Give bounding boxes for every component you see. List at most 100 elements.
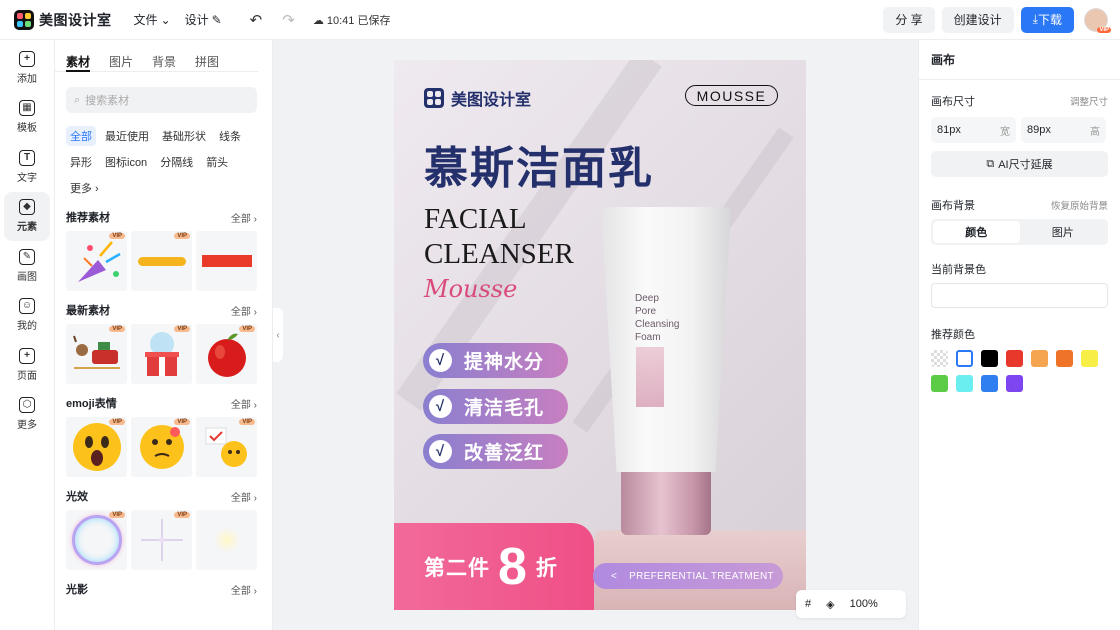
file-menu[interactable]: 文件 ⌄ <box>134 11 171 28</box>
rail-item-text[interactable]: T 文字 <box>0 142 54 192</box>
canvas-size-label: 画布尺寸 <box>931 96 975 108</box>
product-tube[interactable]: Deep Pore Cleansing Foam <box>601 207 731 537</box>
section-all-link[interactable]: 全部 › <box>231 582 257 597</box>
reset-bg-link[interactable]: 恢复原始背景 <box>1051 198 1108 212</box>
zoom-toolbar: # ◈ 100% <box>796 590 906 618</box>
section-title: 最新素材 <box>66 305 110 317</box>
asset-thumb-gift[interactable]: VIP <box>131 324 192 384</box>
arrow-left-icon: < <box>611 570 618 582</box>
poster-brand[interactable]: 美图设计室 <box>424 86 531 110</box>
grid-icon[interactable]: # <box>805 598 811 610</box>
discount-band[interactable]: 第二件 8 折 <box>394 523 594 610</box>
asset-thumb-chick-emoji[interactable]: VIP <box>196 417 257 477</box>
rail-item-page[interactable]: + 页面 <box>0 340 54 390</box>
app-logo[interactable]: 美图设计室 <box>14 9 112 30</box>
poster-canvas[interactable]: 美图设计室 MOUSSE 慕斯洁面乳 FACIAL CLEANSER Mouss… <box>394 60 806 610</box>
layers-icon[interactable]: ◈ <box>826 598 834 611</box>
more-icon: ⬡ <box>19 397 35 414</box>
category-chip[interactable]: 基础形状 <box>158 126 210 146</box>
rail-item-more[interactable]: ⬡ 更多 <box>0 390 54 440</box>
rail-item-template[interactable]: ▦ 模板 <box>0 93 54 143</box>
collapse-panel-handle[interactable]: ‹ <box>273 308 283 362</box>
color-swatch[interactable] <box>1031 350 1048 367</box>
rail-item-plus[interactable]: + 添加 <box>0 43 54 93</box>
rail-item-element[interactable]: ◆ 元素 <box>4 191 50 241</box>
color-swatch[interactable] <box>1056 350 1073 367</box>
tab-1[interactable]: 图片 <box>109 53 133 71</box>
color-swatch[interactable] <box>956 350 973 367</box>
color-swatch[interactable] <box>931 375 948 392</box>
english-line-2: CLEANSER <box>424 238 574 270</box>
tab-image[interactable]: 图片 <box>1020 221 1107 243</box>
color-swatch[interactable] <box>1006 375 1023 392</box>
current-color-field[interactable] <box>931 283 1108 308</box>
download-button[interactable]: ⤓ 下载 <box>1020 6 1074 33</box>
category-chip[interactable]: 线条 <box>215 126 245 146</box>
asset-thumb-brush-stroke[interactable]: VIP <box>131 231 192 291</box>
color-swatch[interactable] <box>981 375 998 392</box>
asset-thumb-confetti[interactable]: VIP <box>66 231 127 291</box>
resize-link[interactable]: 调整尺寸 <box>1070 94 1108 108</box>
ai-extend-button[interactable]: ⧉ AI尺寸延展 <box>931 151 1108 177</box>
height-field[interactable]: 89px 高 <box>1021 117 1106 143</box>
feature-pill[interactable]: √ 改善泛红 <box>423 434 568 469</box>
mousse-badge[interactable]: MOUSSE <box>685 85 778 106</box>
create-design-button[interactable]: 创建设计 <box>941 6 1014 33</box>
tab-2[interactable]: 背景 <box>152 53 176 71</box>
rail-item-draw[interactable]: ✎ 画图 <box>0 241 54 291</box>
category-chip[interactable]: 全部 <box>66 126 96 146</box>
color-swatch[interactable] <box>931 350 948 367</box>
category-chip[interactable]: 最近使用 <box>101 126 153 146</box>
section-recommended: 推荐素材 全部 › VIP VIP <box>55 203 272 291</box>
poster-english-title[interactable]: FACIAL CLEANSER <box>424 202 574 272</box>
download-label: 下载 <box>1037 13 1062 27</box>
asset-thumb-glow[interactable] <box>196 510 257 570</box>
avatar[interactable]: VIP <box>1084 7 1111 33</box>
section-all-link[interactable]: 全部 › <box>231 489 257 504</box>
redo-icon[interactable]: ↷ <box>282 11 295 29</box>
confetti-icon <box>77 241 121 282</box>
feature-pill[interactable]: √ 提神水分 <box>423 343 568 378</box>
tab-0[interactable]: 素材 <box>66 53 91 72</box>
bg-type-toggle: 颜色 图片 <box>931 219 1108 245</box>
undo-icon[interactable]: ↶ <box>250 11 263 29</box>
asset-thumb-shocked-emoji[interactable]: VIP <box>66 417 127 477</box>
asset-thumb-sleigh[interactable]: VIP <box>66 324 127 384</box>
vip-badge: VIP <box>1097 26 1111 33</box>
text-icon: T <box>19 149 35 166</box>
tab-color[interactable]: 颜色 <box>933 221 1020 243</box>
vip-badge: VIP <box>174 512 190 518</box>
search-input[interactable]: ⌕ 搜索素材 <box>66 87 257 113</box>
color-swatch[interactable] <box>956 375 973 392</box>
asset-thumb-red-bar[interactable] <box>196 231 257 291</box>
poster-title[interactable]: 慕斯洁面乳 <box>424 132 654 196</box>
check-icon: √ <box>429 440 452 463</box>
tab-3[interactable]: 拼图 <box>195 53 219 71</box>
section-all-link[interactable]: 全部 › <box>231 396 257 411</box>
element-icon: ◆ <box>19 199 35 216</box>
asset-thumb-thinking-emoji[interactable]: VIP <box>131 417 192 477</box>
asset-thumb-bubble[interactable]: VIP <box>66 510 127 570</box>
asset-thumb-apple[interactable]: VIP <box>196 324 257 384</box>
category-chips: 全部 最近使用 基础形状 线条异形 图标icon 分隔线 箭头更多 › <box>55 113 272 198</box>
poster-script-text[interactable]: Mousse <box>424 275 517 303</box>
category-chip[interactable]: 图标icon <box>101 152 151 172</box>
section-all-link[interactable]: 全部 › <box>231 210 257 225</box>
color-swatch[interactable] <box>1081 350 1098 367</box>
category-chip[interactable]: 箭头 <box>202 152 232 172</box>
zoom-level[interactable]: 100% <box>850 598 878 610</box>
color-swatch[interactable] <box>981 350 998 367</box>
share-button[interactable]: 分 享 <box>883 6 935 33</box>
rail-item-user[interactable]: ☺ 我的 <box>0 291 54 341</box>
color-swatch[interactable] <box>1006 350 1023 367</box>
width-field[interactable]: 81px 宽 <box>931 117 1016 143</box>
category-chip[interactable]: 分隔线 <box>156 152 197 172</box>
design-menu[interactable]: 设计 ✎ <box>185 11 222 28</box>
feature-pill[interactable]: √ 清洁毛孔 <box>423 389 568 424</box>
asset-thumb-sparkle[interactable]: VIP <box>131 510 192 570</box>
section-all-link[interactable]: 全部 › <box>231 303 257 318</box>
chevron-left-icon: ‹ <box>276 329 280 341</box>
category-chip[interactable]: 更多 › <box>66 178 103 198</box>
category-chip[interactable]: 异形 <box>66 152 96 172</box>
preferential-pill[interactable]: < PREFERENTIAL TREATMENT <box>593 563 783 589</box>
